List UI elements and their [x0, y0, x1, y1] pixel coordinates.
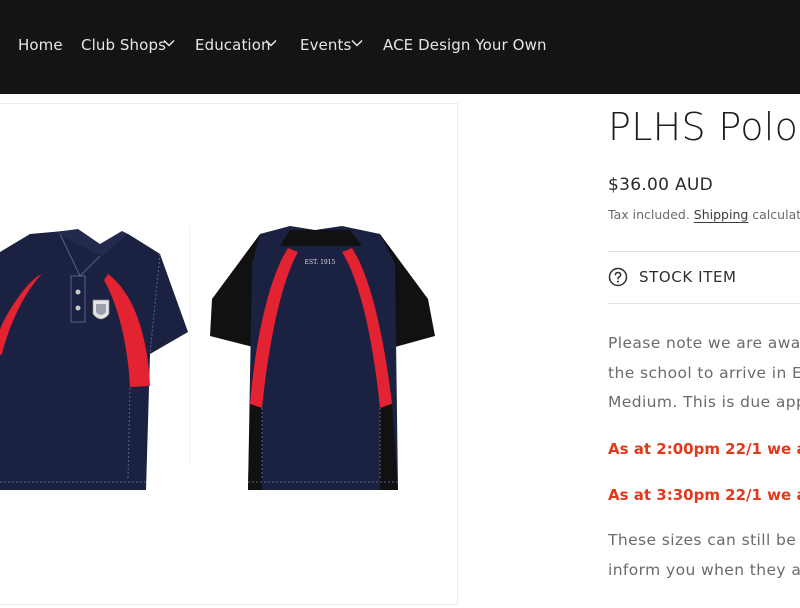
nav-item-education[interactable]: Education	[195, 36, 271, 54]
product-image[interactable]: EST. 1915	[0, 104, 457, 604]
product-title: PLHS Polo T	[608, 105, 800, 149]
nav-item-ace-design-your-own[interactable]: ACE Design Your Own	[383, 36, 547, 54]
question-circle-icon	[608, 267, 628, 287]
chevron-down-icon[interactable]	[351, 39, 363, 47]
description-line: the school to arrive in Extr	[608, 364, 800, 382]
tax-suffix: calculated	[752, 207, 800, 222]
product-price: $36.00 AUD	[608, 175, 714, 195]
crest-text: EST. 1915	[305, 259, 336, 266]
top-navigation: Home Club Shops Education Events ACE Des…	[0, 0, 800, 94]
stock-item-label: STOCK ITEM	[639, 268, 737, 286]
description-line: Medium. This is due appro	[608, 393, 800, 411]
polo-back-image: EST. 1915	[210, 226, 435, 490]
footer-note-line: inform you when they arriv	[608, 561, 800, 579]
stock-update-notice: As at 2:00pm 22/1 we are	[608, 440, 800, 458]
divider	[608, 251, 800, 252]
stock-update-notice: As at 3:30pm 22/1 we are	[608, 486, 800, 504]
footer-note-line: These sizes can still be ord	[608, 531, 800, 549]
shipping-link[interactable]: Shipping	[694, 207, 749, 222]
tax-note: Tax included. Shipping calculated	[608, 207, 800, 222]
chevron-down-icon[interactable]	[163, 39, 175, 47]
nav-item-home[interactable]: Home	[18, 36, 63, 54]
polo-front-image	[0, 229, 188, 490]
nav-item-events[interactable]: Events	[300, 36, 351, 54]
chevron-down-icon[interactable]	[265, 39, 277, 47]
nav-item-club-shops[interactable]: Club Shops	[81, 36, 166, 54]
product-media-gallery[interactable]: EST. 1915	[0, 103, 458, 605]
tax-prefix: Tax included.	[608, 207, 690, 222]
divider	[608, 303, 800, 304]
description-line: Please note we are awaitin	[608, 334, 800, 352]
